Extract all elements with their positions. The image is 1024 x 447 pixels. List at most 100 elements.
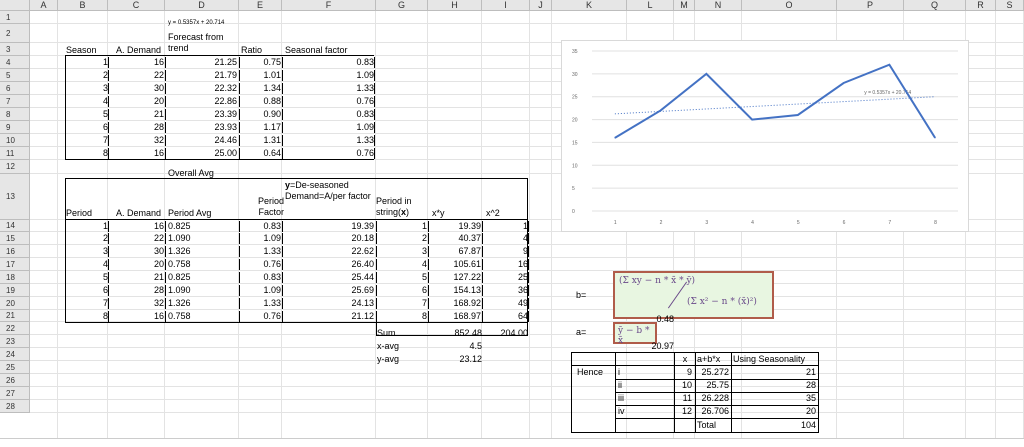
period-cell: 8: [65, 311, 108, 322]
trend-cell: 23.93: [165, 122, 237, 133]
period-cell: 4: [65, 259, 108, 270]
demand-cell: 16: [108, 221, 164, 232]
data-point: [705, 73, 707, 75]
period-avg-cell: 1.090: [165, 285, 241, 296]
b-formula-denominator: (Σ x² − n * (x̄)²): [687, 297, 757, 307]
ratio-cell: 1.34: [239, 83, 281, 94]
period-factor-cell: 0.83: [239, 221, 281, 232]
demand-cell: 28: [108, 122, 164, 133]
table-border: [65, 55, 374, 56]
header-forecast-trend: Forecast from trend: [168, 32, 224, 53]
forecast-header-seasonality: Using Seasonality: [733, 354, 806, 364]
demand-cell: 30: [108, 246, 164, 257]
trend-cell: 22.32: [165, 83, 237, 94]
trend-cell: 23.39: [165, 109, 237, 120]
ratio-cell: 0.90: [239, 109, 281, 120]
trend-cell: 24.46: [165, 135, 237, 146]
x2-cell: 36: [482, 285, 529, 296]
xy-cell: 154.13: [428, 285, 481, 296]
x-tick-label: 4: [751, 220, 754, 226]
xy-cell: 168.92: [428, 298, 481, 309]
x-tick-label: 2: [660, 220, 663, 226]
demand-cell: 21: [108, 109, 164, 120]
period-factor-cell: 0.76: [239, 259, 281, 270]
gridline-v: [551, 11, 552, 446]
x-cell: 7: [376, 298, 427, 309]
deseasoned-cell: 20.18: [282, 233, 374, 244]
period-factor-cell: 1.33: [239, 246, 281, 257]
trend-cell: 21.79: [165, 70, 237, 81]
period-avg-cell: 0.825: [165, 221, 241, 232]
table-border: [615, 392, 818, 393]
trendline-equation-label: y = 0.5357x + 20.714: [864, 90, 911, 96]
season-cell: 5: [65, 109, 108, 120]
gridline-v: [995, 11, 996, 446]
a-label: a=: [576, 327, 587, 337]
table-border: [615, 379, 818, 380]
deseasoned-cell: 22.62: [282, 246, 374, 257]
period-cell: 3: [65, 246, 108, 257]
ratio-cell: 1.31: [239, 135, 281, 146]
forecast-row-label: iii: [618, 393, 624, 403]
gridline-v: [57, 11, 58, 446]
sum-label: Sum: [377, 328, 396, 338]
line-chart[interactable]: 0 5 10 15 20 25 30 35 1 2 3 4 5 6 7 8 y = 0.5357x + 20.7…: [561, 40, 969, 232]
y-tick-label: 30: [572, 72, 578, 78]
y-tick-label: 10: [572, 163, 578, 169]
forecast-axbx: 26.228: [701, 393, 729, 403]
period-avg-cell: 0.825: [165, 272, 241, 283]
ratio-cell: 0.75: [239, 57, 281, 68]
deseasoned-cell: 24.13: [282, 298, 374, 309]
forecast-header-x: x: [682, 354, 688, 364]
data-point: [934, 137, 936, 139]
period-cell: 2: [65, 233, 108, 244]
forecast-axbx: 25.75: [706, 380, 729, 390]
x2-cell: 64: [482, 311, 529, 322]
xy-cell: 168.97: [428, 311, 481, 322]
data-point: [843, 82, 845, 84]
x-tick-label: 3: [705, 220, 708, 226]
seasonal-factor-cell: 1.33: [282, 83, 375, 94]
x-tick-label: 8: [934, 220, 937, 226]
trend-cell: 22.86: [165, 96, 237, 107]
x-tick-label: 1: [614, 220, 617, 226]
seasonal-factor-cell: 0.76: [282, 96, 375, 107]
season-cell: 1: [65, 57, 108, 68]
period-avg-cell: 1.326: [165, 298, 241, 309]
season-cell: 2: [65, 70, 108, 81]
period-cell: 5: [65, 272, 108, 283]
x2-cell: 4: [482, 233, 529, 244]
data-point: [751, 119, 753, 121]
xy-cell: 67.87: [428, 246, 481, 257]
demand-cell: 22: [108, 233, 164, 244]
period-avg-cell: 1.090: [165, 233, 241, 244]
x-cell: 8: [376, 311, 427, 322]
trend-equation-text: y = 0.5357x + 20.714: [168, 20, 225, 26]
a-value: 20.97: [651, 341, 674, 351]
gridline-h: [30, 412, 1024, 413]
y-tick-label: 0: [572, 209, 575, 215]
b-formula-image[interactable]: (Σ xy − n * x̄ * ȳ) (Σ x² − n * (x̄)²): [613, 271, 774, 319]
data-point: [660, 109, 662, 111]
season-cell: 3: [65, 83, 108, 94]
period-factor-cell: 0.83: [239, 272, 281, 283]
table-border: [527, 178, 528, 335]
data-point: [888, 64, 890, 66]
forecast-seasonality: 21: [805, 367, 816, 377]
seasonal-factor-cell: 0.83: [282, 109, 375, 120]
trend-cell: 21.25: [165, 57, 237, 68]
period-factor-cell: 1.09: [239, 233, 281, 244]
demand-cell: 28: [108, 285, 164, 296]
period-avg-cell: 1.326: [165, 246, 241, 257]
forecast-x: 9: [686, 367, 692, 377]
forecast-x: 12: [681, 406, 692, 416]
forecast-seasonality: 20: [805, 406, 816, 416]
sum-xy: 852.48: [454, 328, 482, 338]
table-border: [695, 352, 696, 433]
x-cell: 6: [376, 285, 427, 296]
y-avg-value: 23.12: [459, 354, 482, 364]
header-xy: x*y: [432, 208, 445, 218]
seasonal-factor-cell: 1.09: [282, 122, 375, 133]
y-tick-label: 35: [572, 49, 578, 55]
forecast-x: 10: [681, 380, 692, 390]
